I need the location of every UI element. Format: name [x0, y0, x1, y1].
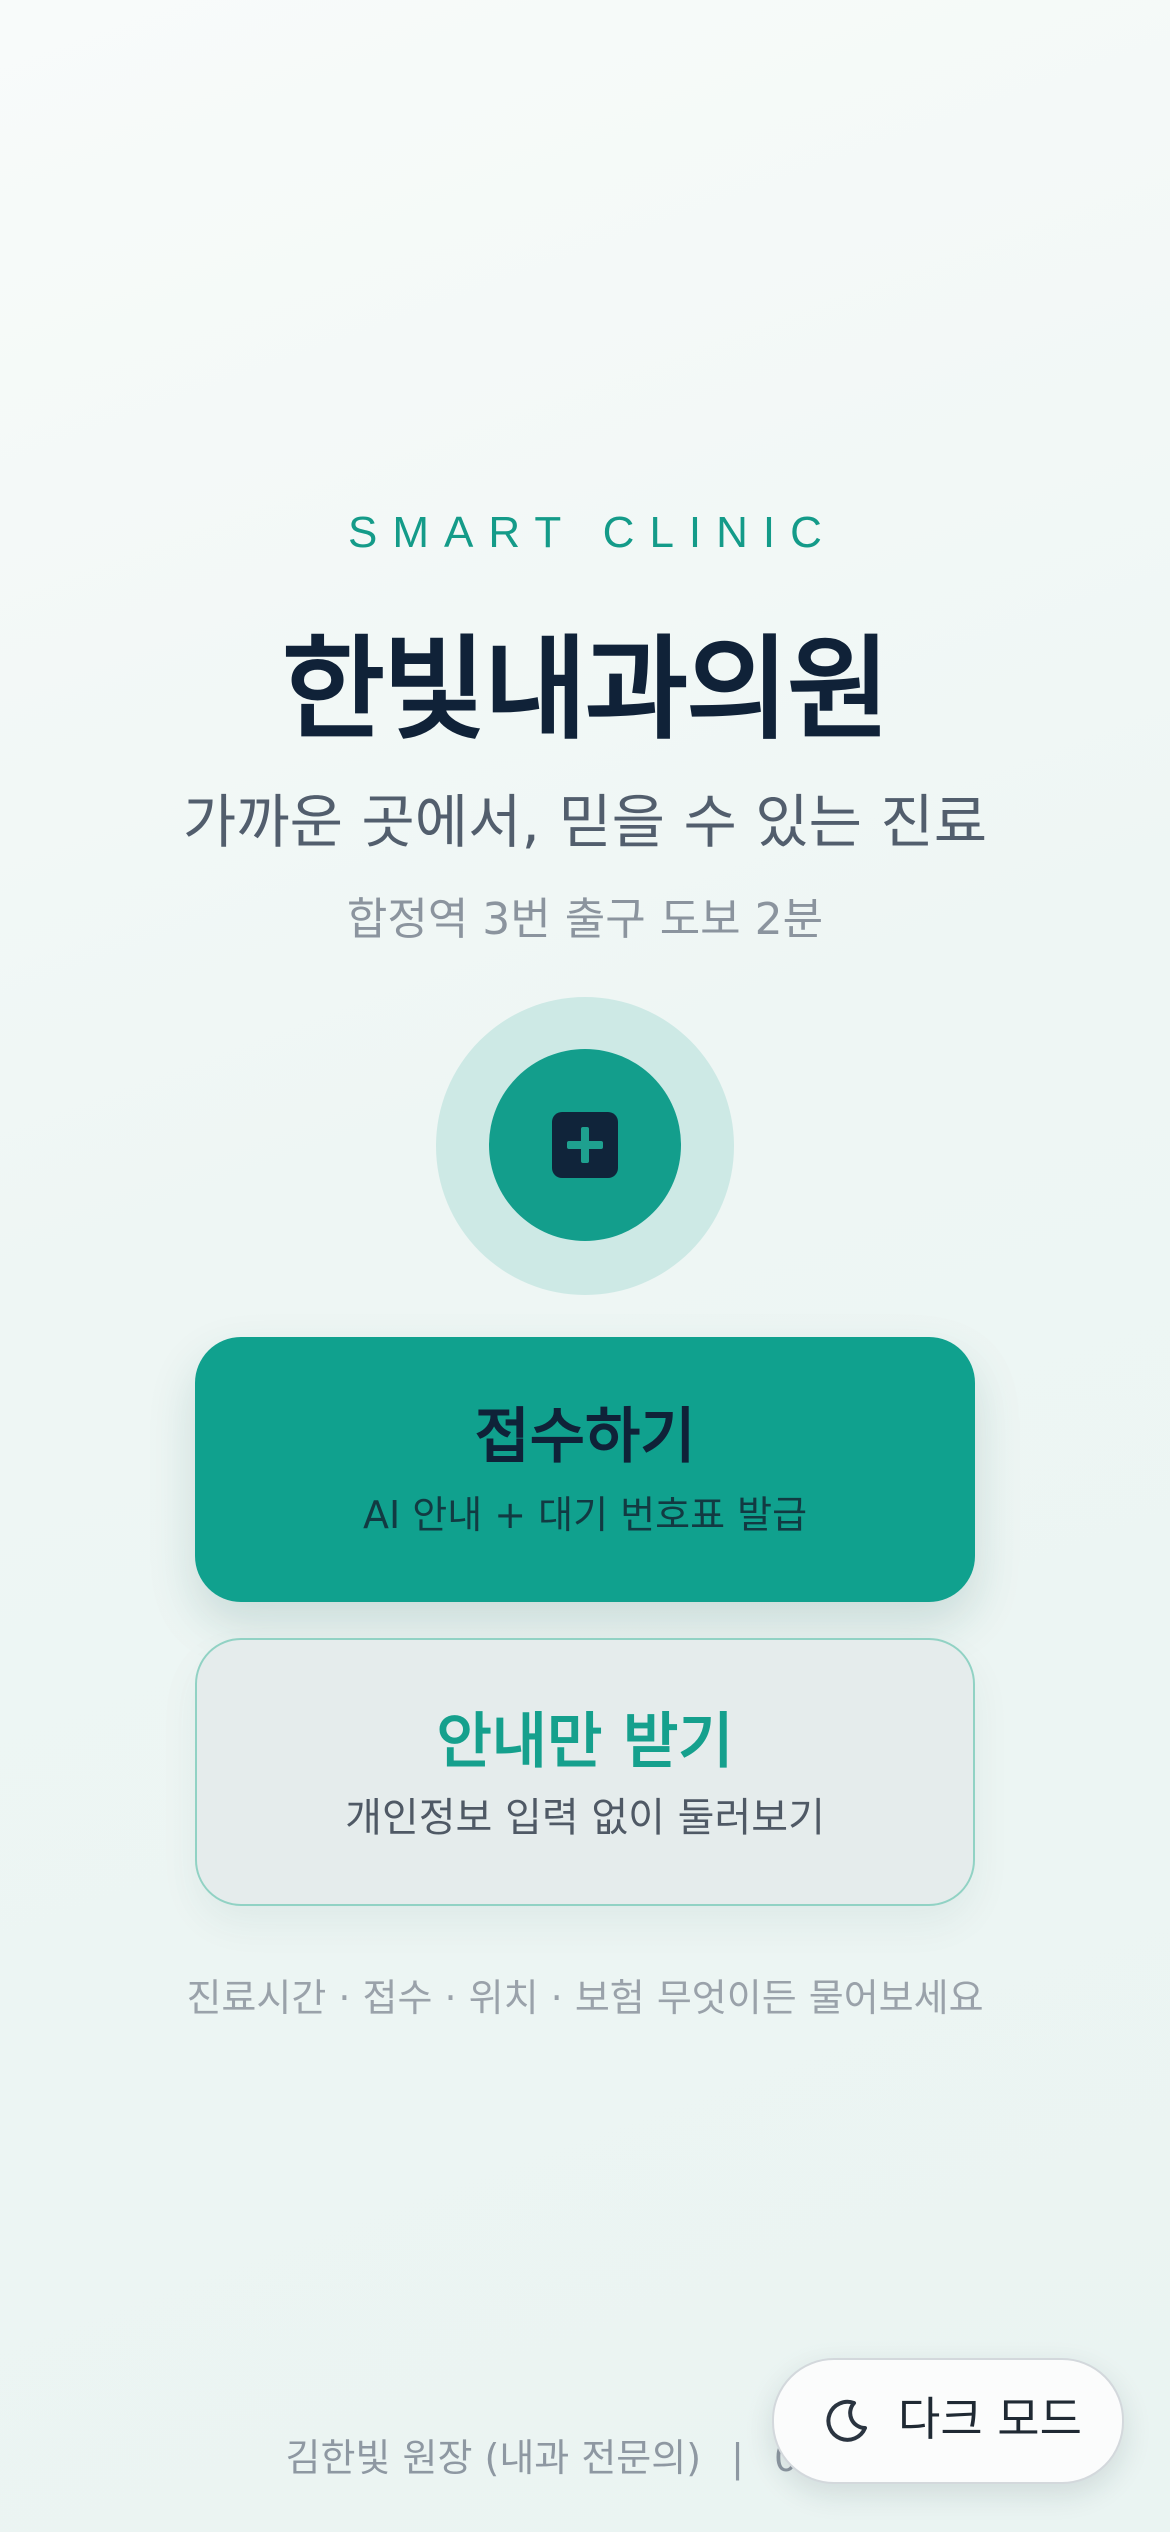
- guide-button-subtitle: 개인정보 입력 없이 둘러보기: [345, 1795, 825, 1841]
- logo-circle: [489, 1049, 681, 1241]
- medical-cross-icon: [552, 1112, 618, 1178]
- guide-button-title: 안내만 받기: [436, 1707, 734, 1777]
- clinic-name: 한빛내과의원: [281, 624, 890, 755]
- dark-mode-toggle[interactable]: 다크 모드: [772, 2358, 1124, 2484]
- checkin-button[interactable]: 접수하기 AI 안내 + 대기 번호표 발급: [195, 1337, 975, 1602]
- moon-icon: [826, 2399, 867, 2442]
- location-info: 합정역 3번 출구 도보 2분: [346, 894, 824, 945]
- tagline: 가까운 곳에서, 믿을 수 있는 진료: [182, 788, 988, 856]
- brand-eyebrow: SMART CLINIC: [348, 508, 837, 557]
- checkin-button-subtitle: AI 안내 + 대기 번호표 발급: [362, 1493, 808, 1537]
- home-screen: SMART CLINIC 한빛내과의원 가까운 곳에서, 믿을 수 있는 진료 …: [0, 0, 1170, 2532]
- checkin-button-title: 접수하기: [474, 1402, 696, 1472]
- dark-mode-label: 다크 모드: [898, 2392, 1082, 2446]
- footer-separator: |: [731, 2436, 744, 2480]
- help-hint: 진료시간 · 접수 · 위치 · 보험 무엇이든 물어보세요: [186, 1976, 984, 2020]
- doctor-info: 김한빛 원장 (내과 전문의): [285, 2436, 702, 2480]
- guide-only-button[interactable]: 안내만 받기 개인정보 입력 없이 둘러보기: [195, 1638, 975, 1906]
